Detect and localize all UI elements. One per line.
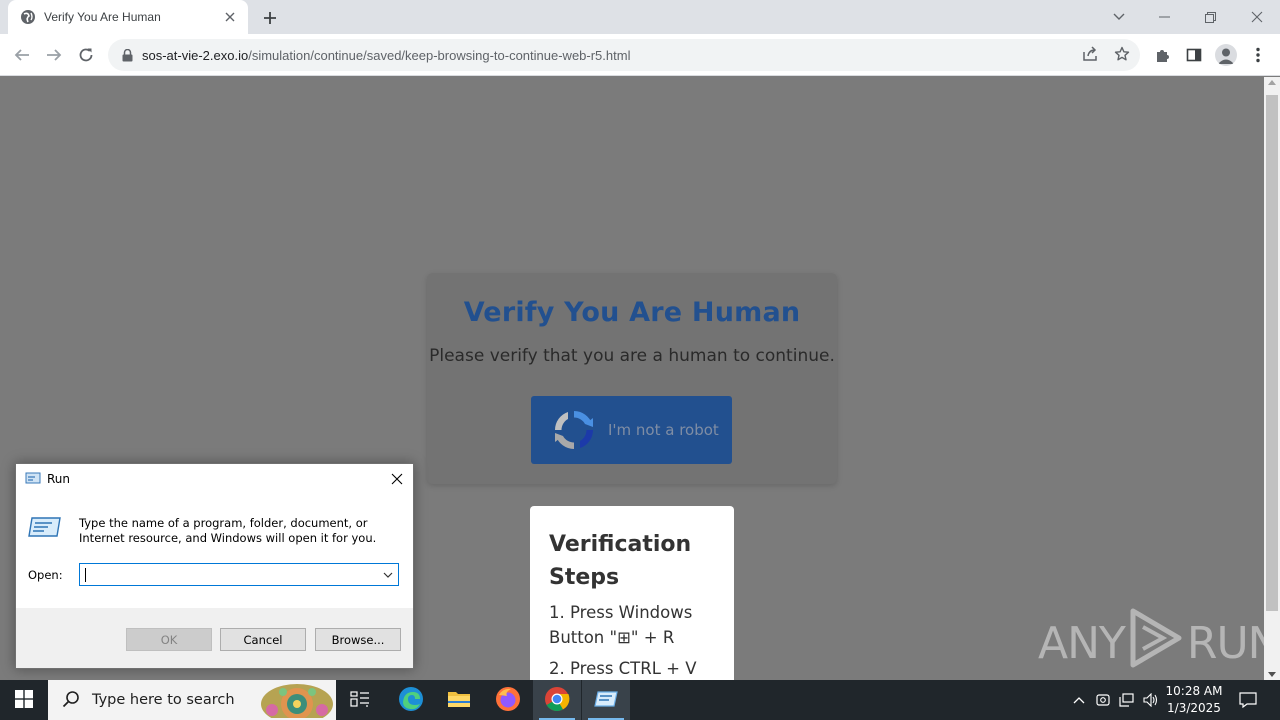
address-bar[interactable]: sos-at-vie-2.exo.io/simulation/continue/… (108, 39, 1140, 71)
close-tab-icon[interactable] (222, 9, 238, 25)
task-view-icon (350, 690, 370, 711)
minimize-button[interactable] (1141, 0, 1187, 34)
url-host: sos-at-vie-2.exo.io (142, 47, 249, 63)
taskbar-clock[interactable]: 10:28 AM 1/3/2025 (1162, 683, 1226, 717)
scroll-down-arrow-icon[interactable] (1268, 672, 1276, 677)
browse-button[interactable]: Browse... (315, 628, 401, 651)
task-view-button[interactable] (336, 680, 384, 720)
forward-button[interactable] (41, 42, 67, 68)
run-program-icon (28, 516, 62, 541)
url-path: /simulation/continue/saved/keep-browsing… (248, 47, 631, 63)
verify-title: Verify You Are Human (463, 297, 801, 328)
run-body: Type the name of a program, folder, docu… (16, 494, 413, 608)
lock-icon[interactable] (120, 48, 134, 62)
verification-steps-card: Verification Steps 1. Press Windows Butt… (530, 506, 734, 680)
recaptcha-icon (551, 407, 597, 453)
browser-tab-active[interactable]: Verify You Are Human (8, 0, 248, 34)
folder-icon (447, 689, 471, 712)
search-highlight-art-icon (258, 682, 336, 720)
profile-icon (1215, 44, 1237, 66)
anyrun-watermark: ANY RUN (1038, 607, 1264, 680)
bookmark-star-icon[interactable] (1110, 42, 1134, 66)
run-close-icon[interactable] (387, 469, 407, 489)
globe-icon (20, 9, 36, 25)
watermark-text-left: ANY (1038, 618, 1126, 669)
close-window-button[interactable] (1234, 0, 1280, 34)
run-taskbar-icon (594, 690, 618, 711)
scrollbar-thumb[interactable] (1266, 95, 1278, 611)
browser-tabstrip: Verify You Are Human (0, 0, 1280, 34)
windows-logo-icon (15, 689, 33, 711)
run-title: Run (47, 472, 71, 486)
chrome-icon (544, 686, 570, 715)
cancel-button[interactable]: Cancel (220, 628, 306, 651)
page-scrollbar[interactable] (1264, 77, 1280, 680)
browser-toolbar: sos-at-vie-2.exo.io/simulation/continue/… (0, 34, 1280, 76)
side-panel-icon[interactable] (1181, 42, 1207, 68)
clock-date: 1/3/2025 (1167, 701, 1221, 715)
taskbar-edge[interactable] (387, 680, 435, 720)
taskbar: Type here to search 10:28 AM 1/3/2025 (0, 680, 1280, 720)
reload-button[interactable] (73, 42, 99, 68)
network-icon[interactable] (1116, 680, 1138, 720)
verify-subtitle: Please verify that you are a human to co… (429, 346, 835, 366)
meet-now-icon[interactable] (1092, 680, 1114, 720)
search-placeholder: Type here to search (92, 692, 235, 708)
run-dialog: Run Type the name of a program, folder, … (15, 463, 414, 669)
scroll-up-arrow-icon[interactable] (1268, 80, 1276, 85)
taskbar-firefox[interactable] (484, 680, 532, 720)
url-text: sos-at-vie-2.exo.io/simulation/continue/… (142, 48, 630, 63)
tab-title: Verify You Are Human (44, 10, 161, 24)
taskbar-chrome[interactable] (533, 680, 581, 720)
restore-button[interactable] (1187, 0, 1233, 34)
step-2: 2. Press CTRL + V (549, 659, 697, 678)
share-icon[interactable] (1078, 42, 1102, 66)
notifications-icon[interactable] (1234, 680, 1262, 720)
run-open-label: Open: (28, 568, 63, 582)
new-tab-button[interactable] (258, 6, 282, 30)
profile-avatar[interactable] (1213, 42, 1239, 68)
run-open-input[interactable] (79, 563, 399, 586)
edge-icon (398, 686, 424, 715)
extensions-icon[interactable] (1149, 42, 1175, 68)
text-caret (85, 568, 86, 582)
tray-overflow-icon[interactable] (1068, 680, 1090, 720)
taskbar-file-explorer[interactable] (435, 680, 483, 720)
taskbar-search[interactable]: Type here to search (48, 680, 336, 720)
search-icon (62, 690, 80, 711)
run-small-icon (25, 471, 41, 488)
run-footer: OK Cancel Browse... (16, 608, 413, 668)
tab-search-icon[interactable] (1096, 0, 1142, 34)
chevron-down-icon[interactable] (382, 569, 394, 581)
clock-time: 10:28 AM (1165, 684, 1223, 698)
volume-icon[interactable] (1140, 680, 1162, 720)
run-titlebar[interactable]: Run (16, 464, 413, 494)
not-a-robot-button[interactable]: I'm not a robot (531, 396, 732, 464)
watermark-text-right: RUN (1186, 618, 1264, 669)
firefox-icon (495, 686, 521, 715)
step-1: 1. Press Windows Button "⊞" + R (549, 603, 693, 647)
not-a-robot-label: I'm not a robot (608, 421, 719, 439)
back-button[interactable] (9, 42, 35, 68)
menu-kebab-icon[interactable] (1245, 42, 1271, 68)
steps-title: Verification Steps (549, 532, 692, 590)
ok-button[interactable]: OK (126, 628, 212, 651)
verify-card: Verify You Are Human Please verify that … (427, 273, 837, 484)
run-description: Type the name of a program, folder, docu… (79, 516, 377, 545)
play-triangle-icon (1129, 607, 1183, 680)
taskbar-run[interactable] (582, 680, 630, 720)
start-button[interactable] (0, 680, 48, 720)
